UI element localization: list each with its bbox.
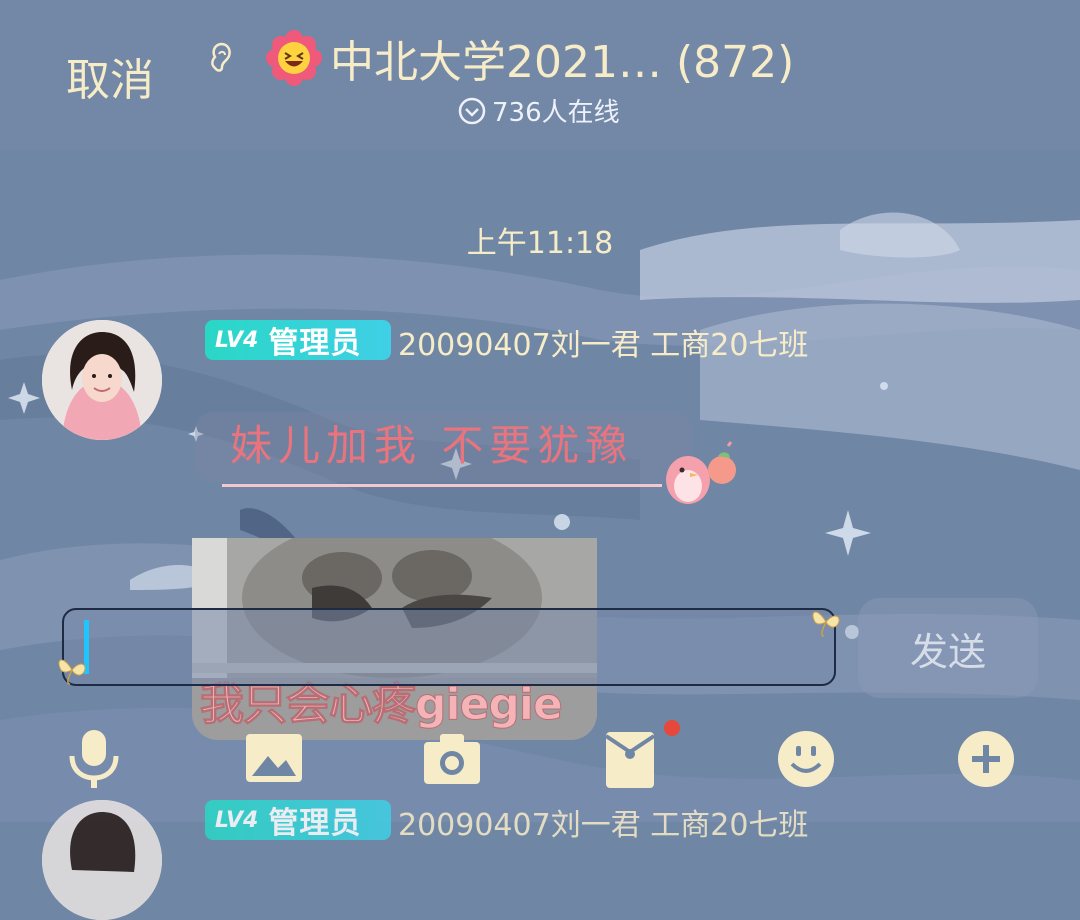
chevron-down-circle-icon xyxy=(458,97,486,124)
microphone-icon[interactable] xyxy=(62,728,126,790)
online-status[interactable]: 736人在线 xyxy=(458,92,620,129)
online-count: 736人在线 xyxy=(492,98,620,128)
role-label: 管理员 xyxy=(268,806,362,841)
avatar[interactable] xyxy=(42,800,162,920)
cancel-button[interactable]: 取消 xyxy=(66,44,154,108)
emoji-icon[interactable] xyxy=(774,728,838,790)
admin-badge: LV4 管理员 xyxy=(205,800,391,841)
chat-header: 取消 中北大学2021… (872) 736人在线 xyxy=(0,0,1080,140)
message-input[interactable] xyxy=(62,608,836,686)
ear-icon[interactable] xyxy=(206,40,236,76)
send-button[interactable]: 发送 xyxy=(858,598,1038,698)
sender-name[interactable]: 20090407刘一君 工商20七班 xyxy=(398,320,808,364)
level-label: LV4 xyxy=(215,327,259,353)
butterfly-icon xyxy=(812,611,840,637)
camera-icon[interactable] xyxy=(420,728,484,790)
role-label: 管理员 xyxy=(268,326,362,361)
sender-name[interactable]: 20090407刘一君 工商20七班 xyxy=(398,800,808,844)
laughing-flower-emoji-icon xyxy=(266,30,322,86)
group-title-area[interactable]: 中北大学2021… (872) xyxy=(266,26,794,90)
admin-badge: LV4 管理员 xyxy=(205,320,391,361)
image-icon[interactable] xyxy=(242,728,306,790)
plus-icon[interactable] xyxy=(954,728,1018,790)
red-packet-icon[interactable] xyxy=(598,728,662,790)
avatar[interactable] xyxy=(42,320,162,440)
group-title: 中北大学2021… (872) xyxy=(330,37,795,88)
notification-dot xyxy=(664,720,680,736)
message-timestamp: 上午11:18 xyxy=(466,226,614,261)
bubble-decoration-line xyxy=(222,484,662,487)
butterfly-icon xyxy=(58,659,86,685)
level-label: LV4 xyxy=(215,807,259,833)
message-text: 妹儿加我 不要犹豫 xyxy=(230,421,634,470)
penguin-peach-sticker-icon xyxy=(662,440,744,506)
